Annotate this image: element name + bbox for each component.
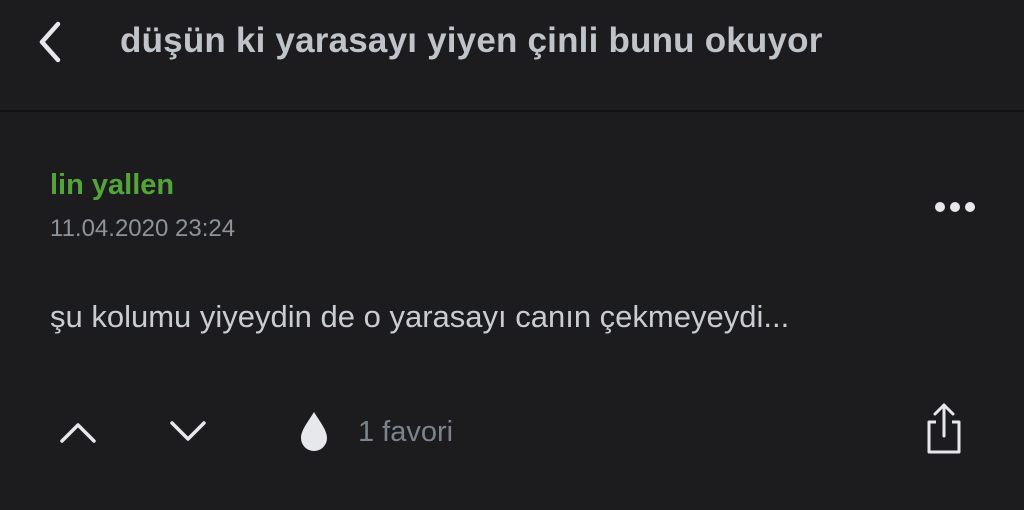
chevron-left-icon — [39, 21, 61, 63]
author-name[interactable]: lin yallen — [50, 166, 174, 204]
downvote-button[interactable] — [166, 410, 210, 454]
share-button[interactable] — [920, 400, 968, 458]
drop-icon — [301, 412, 327, 451]
chevron-up-icon — [60, 423, 96, 443]
chevron-down-icon — [170, 421, 206, 441]
entry-timestamp[interactable]: 11.04.2020 23:24 — [50, 212, 235, 246]
header-bar: düşün ki yarasayı yiyen çinli bunu okuyo… — [0, 0, 1024, 112]
share-icon — [927, 403, 961, 454]
entry-text: şu kolumu yiyeydin de o yarasayı canın ç… — [50, 299, 790, 334]
ellipsis-icon — [935, 202, 975, 212]
topic-title[interactable]: düşün ki yarasayı yiyen çinli bunu okuyo… — [120, 18, 823, 64]
upvote-button[interactable] — [56, 410, 100, 454]
back-button[interactable] — [28, 18, 76, 66]
favorite-count[interactable]: 1 favori — [358, 412, 453, 452]
favorite-button[interactable] — [296, 408, 332, 454]
more-options-button[interactable] — [928, 190, 982, 224]
